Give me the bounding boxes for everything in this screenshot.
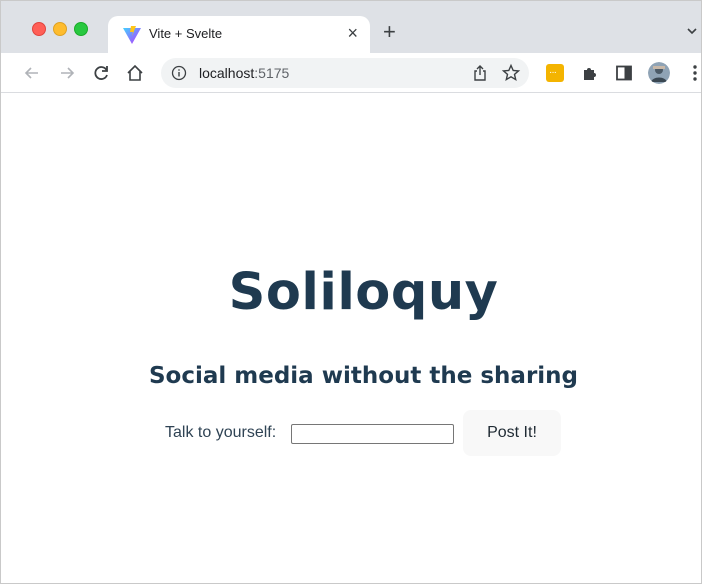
vite-favicon-icon xyxy=(123,26,141,44)
home-icon[interactable] xyxy=(124,62,146,84)
back-arrow-icon[interactable] xyxy=(21,62,43,84)
browser-window: Vite + Svelte × + localhost:5175 ··· Sol… xyxy=(0,0,702,584)
info-icon[interactable] xyxy=(171,65,187,81)
maximize-window-button[interactable] xyxy=(74,22,88,36)
browser-toolbar: localhost:5175 ··· xyxy=(1,53,702,93)
reload-icon[interactable] xyxy=(90,62,112,84)
plus-icon[interactable]: + xyxy=(383,21,396,43)
star-icon[interactable] xyxy=(501,63,521,83)
extension-badge: ··· xyxy=(549,67,557,78)
url-port: :5175 xyxy=(254,65,290,81)
avatar[interactable] xyxy=(648,62,670,84)
tab-title: Vite + Svelte xyxy=(149,26,223,41)
chevron-down-icon[interactable] xyxy=(685,25,699,37)
page-title: Soliloquy xyxy=(228,263,499,322)
page-content: Soliloquy Social media without the shari… xyxy=(1,93,701,583)
forward-arrow-icon[interactable] xyxy=(56,62,78,84)
address-bar[interactable]: localhost:5175 xyxy=(161,58,529,88)
close-icon[interactable]: × xyxy=(347,23,358,43)
url-host: localhost xyxy=(199,65,255,81)
post-input[interactable] xyxy=(291,424,454,444)
close-window-button[interactable] xyxy=(32,22,46,36)
extension-icon[interactable]: ··· xyxy=(546,64,564,82)
page-subtitle: Social media without the sharing xyxy=(148,363,579,389)
kebab-menu-icon[interactable] xyxy=(684,62,702,84)
tab-vite-svelte[interactable]: Vite + Svelte × xyxy=(108,16,370,53)
post-label: Talk to yourself: xyxy=(165,424,277,441)
puzzle-icon[interactable] xyxy=(579,62,601,84)
sidepanel-icon[interactable] xyxy=(613,62,635,84)
url-text[interactable]: localhost:5175 xyxy=(199,65,289,81)
share-icon[interactable] xyxy=(471,64,489,82)
tab-strip: Vite + Svelte × + xyxy=(1,1,701,53)
post-button[interactable]: Post It! xyxy=(463,410,561,456)
minimize-window-button[interactable] xyxy=(53,22,67,36)
